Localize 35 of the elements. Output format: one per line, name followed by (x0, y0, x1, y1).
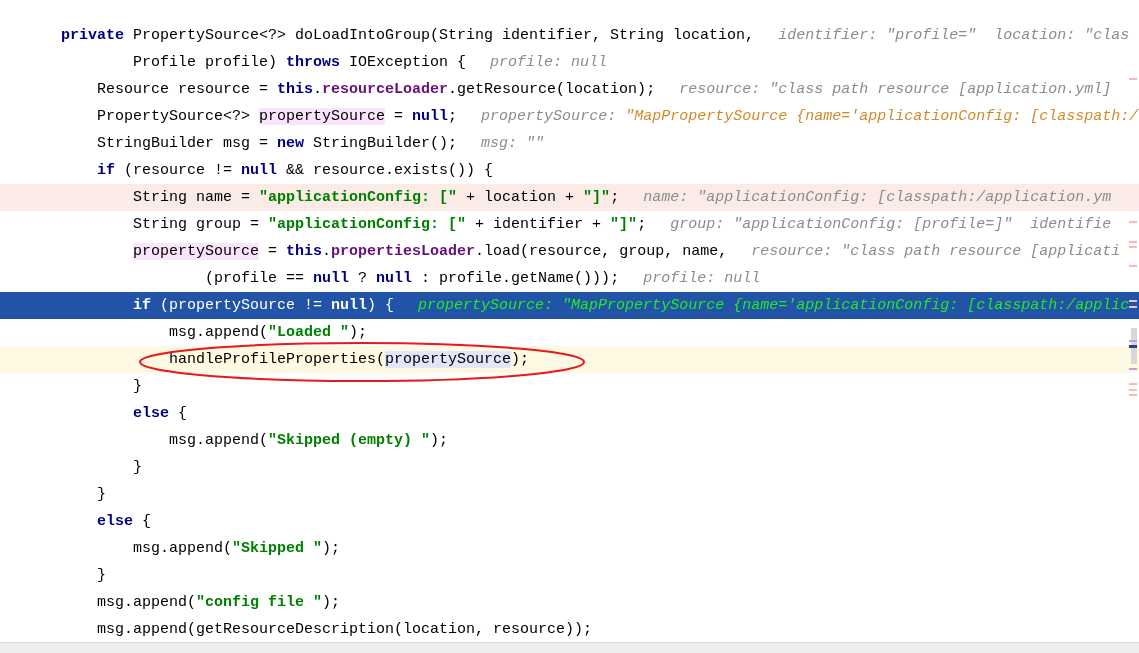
code-text: else { (133, 404, 188, 424)
code-text: msg.append("Skipped "); (133, 539, 341, 559)
code-text: StringBuilder msg = new StringBuilder(); (97, 134, 458, 154)
inline-hint: propertySource: "MapPropertySource {name='applicationConfig: [classpath:/applic (418, 296, 1130, 316)
inline-hint: identifier: "profile=" (778, 26, 977, 46)
code-text: if (propertySource != null) { (133, 296, 395, 316)
code-text: msg.append(getResourceDescription(location, resource)); (97, 620, 593, 640)
inline-hint: resource: "class path resource [application.yml] (679, 80, 1112, 100)
inline-hint: profile: null (643, 269, 761, 289)
inline-hint: identifie (1030, 215, 1112, 235)
code-text: msg.append("Skipped (empty) "); (169, 431, 449, 451)
code-text: } (133, 377, 142, 397)
inline-hint: name: "applicationConfig: [classpath:/application.ym (643, 188, 1112, 208)
code-text: if (resource != null && resource.exists()) { (97, 161, 494, 181)
code-text: msg.append("Loaded "); (169, 323, 368, 343)
code-text: else { (97, 512, 152, 532)
code-text: handleProfileProperties(propertySource); (169, 350, 530, 370)
code-text: (profile == null ? null : profile.getName())); (205, 269, 620, 289)
inline-hint: msg: "" (481, 134, 545, 154)
code-text: Profile profile) throws IOException { (133, 53, 467, 73)
inline-hint: resource: "class path resource [applicati (751, 242, 1121, 262)
code-text: } (97, 485, 106, 505)
code-text: String group = "applicationConfig: [" + identifier + "]"; (133, 215, 647, 235)
code-text: Resource resource = this.resourceLoader.getResource(location); (97, 80, 656, 100)
inline-hint: group: "applicationConfig: [profile=]" (670, 215, 1013, 235)
code-text: private PropertySource<?> doLoadIntoGroup(String identifier, String location, (61, 26, 755, 46)
inline-hint: propertySource: "MapPropertySource {name='applicationConfig: [classpath:/ (481, 107, 1139, 127)
code-text: PropertySource<?> propertySource = null; (97, 107, 458, 127)
code-text: propertySource = this.propertiesLoader.load(resource, group, name, (133, 242, 728, 262)
inline-hint: profile: null (490, 53, 608, 73)
inline-hint: location: "clas (994, 26, 1130, 46)
code-text: } (133, 458, 142, 478)
code-text: msg.append("config file "); (97, 593, 341, 613)
code-text: } (97, 566, 106, 586)
code-text: String name = "applicationConfig: [" + location + "]"; (133, 188, 620, 208)
